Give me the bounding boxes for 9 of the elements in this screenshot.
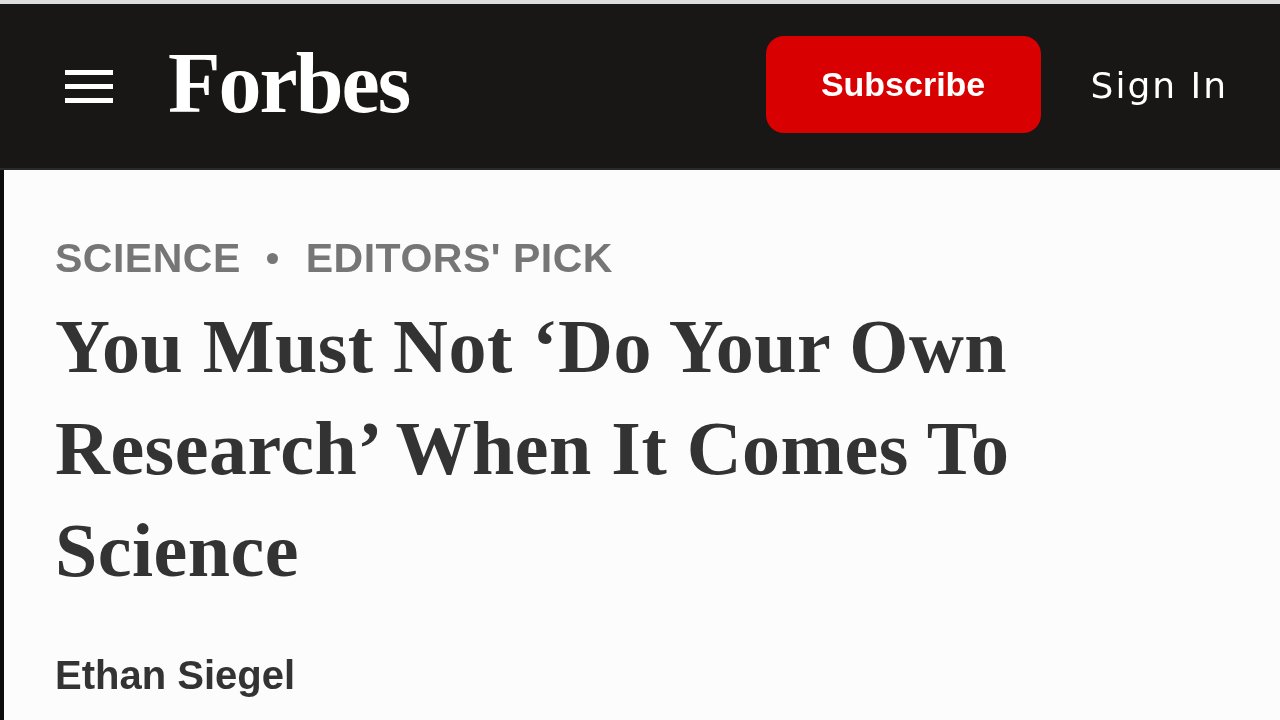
menu-icon[interactable]	[65, 69, 113, 103]
sign-in-link[interactable]: Sign In	[1090, 64, 1228, 106]
author-name-link[interactable]: Ethan Siegel	[55, 653, 296, 698]
category-tag-link[interactable]: SCIENCE	[55, 236, 241, 282]
category-tag-link[interactable]: EDITORS' PICK	[305, 236, 613, 282]
subscribe-button[interactable]: Subscribe	[765, 35, 1041, 133]
separator-dot-icon	[266, 253, 278, 265]
site-logo[interactable]: Forbes	[168, 40, 410, 126]
article-headline: You Must Not ‘Do Your Own Research’ When It Comes To Science	[55, 303, 1011, 595]
